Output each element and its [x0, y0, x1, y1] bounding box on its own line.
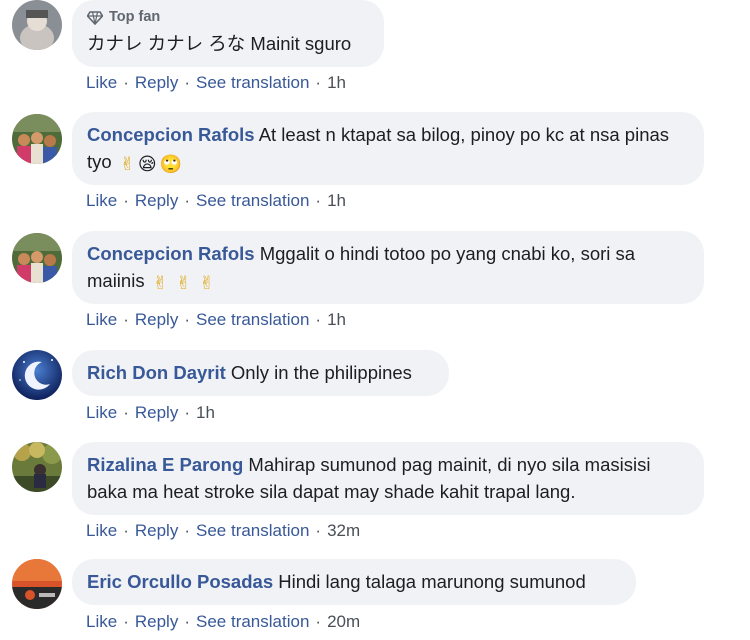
like-link[interactable]: Like: [86, 73, 117, 93]
timestamp[interactable]: 1h: [327, 310, 346, 330]
like-link[interactable]: Like: [86, 403, 117, 423]
separator: ·: [123, 73, 129, 92]
reply-link[interactable]: Reply: [135, 521, 178, 541]
avatar-photo-icon: [12, 559, 62, 609]
author-name[interactable]: Rizalina E Parong: [87, 454, 243, 475]
comment-text: Only in the philippines: [230, 362, 412, 383]
avatar[interactable]: [12, 0, 62, 50]
victory-hand-emoji: ✌: [119, 154, 135, 174]
victory-hand-emoji: ✌: [199, 273, 215, 293]
see-translation-link[interactable]: See translation: [196, 521, 309, 541]
reply-link[interactable]: Reply: [135, 612, 178, 632]
separator: ·: [315, 191, 322, 210]
see-translation-link[interactable]: See translation: [196, 612, 309, 632]
separator: ·: [315, 521, 322, 540]
comment-actions: Like · Reply · See translation · 1h: [86, 191, 346, 211]
victory-hand-emoji: ✌: [175, 273, 192, 293]
top-fan-badge: Top fan: [87, 9, 369, 26]
separator: ·: [184, 403, 190, 422]
separator: ·: [315, 310, 322, 329]
avatar[interactable]: [12, 559, 62, 609]
timestamp[interactable]: 1h: [327, 73, 346, 93]
comment-bubble: Concepcion Rafols At least n ktapat sa b…: [72, 112, 704, 185]
separator: ·: [315, 73, 322, 92]
separator: ·: [123, 403, 129, 422]
comment-actions: Like · Reply · See translation · 1h: [86, 73, 346, 93]
reply-link[interactable]: Reply: [135, 403, 178, 423]
timestamp[interactable]: 20m: [327, 612, 360, 632]
separator: ·: [184, 612, 190, 631]
comment-actions: Like · Reply · See translation · 32m: [86, 521, 360, 541]
separator: ·: [123, 310, 129, 329]
author-name[interactable]: Rich Don Dayrit: [87, 362, 226, 383]
separator: ·: [184, 73, 190, 92]
author-name[interactable]: Concepcion Rafols: [87, 124, 255, 145]
comment-bubble: Concepcion Rafols Mggalit o hindi totoo …: [72, 231, 704, 304]
avatar[interactable]: [12, 350, 62, 400]
like-link[interactable]: Like: [86, 191, 117, 211]
avatar-photo-icon: [12, 442, 62, 492]
author-name[interactable]: Eric Orcullo Posadas: [87, 571, 273, 592]
comment-actions: Like · Reply · See translation · 20m: [86, 612, 360, 632]
like-link[interactable]: Like: [86, 612, 117, 632]
sleepy-face-emoji: 😪: [137, 154, 157, 174]
avatar-photo-icon: [12, 114, 62, 164]
comment-actions: Like · Reply · 1h: [86, 403, 215, 423]
avatar-photo-icon: [12, 233, 62, 283]
separator: ·: [123, 612, 129, 631]
separator: ·: [184, 191, 190, 210]
reply-link[interactable]: Reply: [135, 73, 178, 93]
comment-bubble: Top fan カナレ カナレ ろな Mainit sguro: [72, 0, 384, 67]
victory-hand-emoji: ✌: [152, 273, 168, 293]
separator: ·: [123, 521, 129, 540]
timestamp[interactable]: 32m: [327, 521, 360, 541]
see-translation-link[interactable]: See translation: [196, 310, 309, 330]
comment-bubble: Rizalina E Parong Mahirap sumunod pag ma…: [72, 442, 704, 515]
like-link[interactable]: Like: [86, 521, 117, 541]
reply-link[interactable]: Reply: [135, 191, 178, 211]
separator: ·: [184, 310, 190, 329]
comment-text: Hindi lang talaga marunong sumunod: [278, 571, 586, 592]
separator: ·: [123, 191, 129, 210]
comment-actions: Like · Reply · See translation · 1h: [86, 310, 346, 330]
avatar-photo-icon: [12, 0, 62, 50]
see-translation-link[interactable]: See translation: [196, 191, 309, 211]
eye-roll-emoji: 🙄: [159, 154, 183, 174]
diamond-icon: [87, 10, 103, 25]
timestamp[interactable]: 1h: [196, 403, 215, 423]
comment-bubble: Rich Don Dayrit Only in the philippines: [72, 350, 449, 396]
author-name[interactable]: Concepcion Rafols: [87, 243, 255, 264]
like-link[interactable]: Like: [86, 310, 117, 330]
avatar[interactable]: [12, 114, 62, 164]
avatar[interactable]: [12, 233, 62, 283]
comment-bubble: Eric Orcullo Posadas Hindi lang talaga m…: [72, 559, 636, 605]
separator: ·: [315, 612, 322, 631]
comment-text: カナレ カナレ ろな Mainit sguro: [87, 33, 352, 54]
avatar[interactable]: [12, 442, 62, 492]
see-translation-link[interactable]: See translation: [196, 73, 309, 93]
reply-link[interactable]: Reply: [135, 310, 178, 330]
avatar-moon-icon: [12, 350, 62, 400]
separator: ·: [184, 521, 190, 540]
badge-label: Top fan: [109, 9, 161, 25]
timestamp[interactable]: 1h: [327, 191, 346, 211]
